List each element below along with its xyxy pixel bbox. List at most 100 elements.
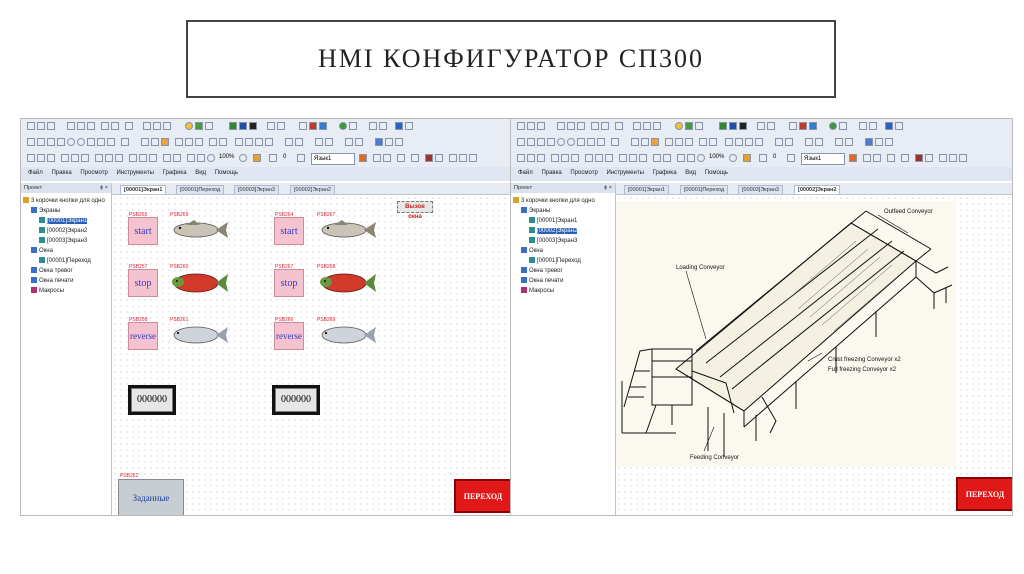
tree-screen-1[interactable]: [00001]Экран1 [39,217,88,224]
tab-screen-2[interactable]: [00002]Экран2 [290,185,335,194]
menu-view[interactable]: Просмотр [80,170,107,176]
circle-icon[interactable] [557,138,565,146]
cut-icon[interactable] [67,122,75,130]
line-draw-icon[interactable] [527,138,535,146]
zoom-out-icon[interactable] [697,154,705,162]
text-box-icon[interactable] [107,138,115,146]
align-bottom-icon[interactable] [81,154,89,162]
bar-chart-icon[interactable] [395,122,403,130]
fish-icon-sockeye-2[interactable] [316,269,378,297]
tree-screen-2[interactable]: [00002]Экран2 [39,227,87,234]
tree-screens[interactable]: Экраны [521,207,550,214]
rotate-icon[interactable] [677,154,685,162]
fish-icon-sockeye[interactable] [168,269,230,297]
menu-file[interactable]: Файл [518,170,533,176]
zoom-level[interactable]: 100% [219,154,234,160]
lock-icon[interactable] [175,138,183,146]
tank-icon[interactable] [195,138,203,146]
download-icon[interactable] [873,154,881,162]
meter-icon[interactable] [209,138,217,146]
fish-icon-salmon[interactable] [168,322,230,348]
menu-tools[interactable]: Инструменты [116,170,153,176]
menu-view2[interactable]: Вид [195,170,206,176]
indicator-blue-icon[interactable] [729,122,737,130]
open-folder-icon[interactable] [527,122,535,130]
histogram-icon[interactable] [895,122,903,130]
alarm-icon[interactable] [309,122,317,130]
menu-help[interactable]: Помощь [705,170,728,176]
font-icon[interactable] [643,122,651,130]
gauge-icon[interactable] [205,122,213,130]
align-left-icon[interactable] [27,154,35,162]
align-middle-icon[interactable] [71,154,79,162]
settings-icon[interactable] [925,154,933,162]
pie-icon[interactable] [885,138,893,146]
polyline-icon[interactable] [537,138,545,146]
dropdown-icon[interactable] [755,138,763,146]
device2-icon[interactable] [949,154,957,162]
tree-windows[interactable]: Окна [31,247,53,254]
bring-front-icon[interactable] [653,154,661,162]
run-icon[interactable] [359,154,367,162]
clock-icon[interactable] [235,138,243,146]
bring-front-icon[interactable] [163,154,171,162]
open-folder-icon[interactable] [37,122,45,130]
same-height-icon[interactable] [595,154,603,162]
pump-icon[interactable] [195,122,203,130]
polygon-icon[interactable] [97,138,105,146]
same-size-icon[interactable] [115,154,123,162]
tab-window-1[interactable]: [00001]Переход [176,185,225,194]
alarm-icon[interactable] [799,122,807,130]
pin-close-icon[interactable]: ϕ × [100,183,108,193]
align-right-icon[interactable] [47,154,55,162]
polyline-icon[interactable] [47,138,55,146]
tree-macros[interactable]: Макросы [31,287,64,294]
lamp-icon[interactable] [675,122,683,130]
window-icon[interactable] [345,138,353,146]
text-tool-icon[interactable] [633,122,641,130]
stop-icon[interactable] [915,154,923,162]
call-window-button[interactable]: Вызов окна [397,201,433,220]
compile-icon[interactable] [863,154,871,162]
cut-icon[interactable] [557,122,565,130]
line-icon[interactable] [869,122,877,130]
reverse-button-2[interactable]: reverse [274,322,304,350]
stop-icon[interactable] [425,154,433,162]
align-bottom-icon[interactable] [571,154,579,162]
align-top-icon[interactable] [61,154,69,162]
start-button-2[interactable]: start [274,217,304,245]
tree-print[interactable]: Окна печати [31,277,73,284]
grid-icon[interactable] [785,138,793,146]
clock-icon[interactable] [725,138,733,146]
undo-icon[interactable] [591,122,599,130]
group-icon[interactable] [629,154,637,162]
align-top-icon[interactable] [551,154,559,162]
table-icon[interactable] [267,122,275,130]
date-icon[interactable] [735,138,743,146]
pipe-icon[interactable] [185,138,193,146]
indicator-green-icon[interactable] [719,122,727,130]
hand-icon[interactable] [161,138,169,146]
menu-graphics[interactable]: Графика [163,170,187,176]
rectangle-icon[interactable] [547,138,555,146]
zoom-out-icon[interactable] [207,154,215,162]
menu-edit[interactable]: Правка [51,170,71,176]
paste-icon[interactable] [577,122,585,130]
scale-icon[interactable] [815,138,823,146]
language-select[interactable]: Язык1 [311,153,355,165]
fish-icon-cod-2[interactable] [316,217,378,243]
align-right-icon[interactable] [537,154,545,162]
text-box-icon[interactable] [597,138,605,146]
pie-icon[interactable] [395,138,403,146]
xy-chart-icon[interactable] [385,138,393,146]
transition-button[interactable]: ПЕРЕХОД [956,477,1012,511]
tab-screen-1[interactable]: [00001]Экран1 [120,185,167,194]
value-dropdown-icon[interactable] [297,154,305,162]
globe-icon[interactable] [829,122,837,130]
value-field[interactable]: 0 [283,154,286,160]
screen-canvas-left[interactable]: Вызов окна PSB265 start PSB257 stop PSB2… [112,195,513,515]
motor-icon[interactable] [151,138,159,146]
rectangle-icon[interactable] [57,138,65,146]
align-left-icon[interactable] [517,154,525,162]
ungroup-icon[interactable] [149,154,157,162]
